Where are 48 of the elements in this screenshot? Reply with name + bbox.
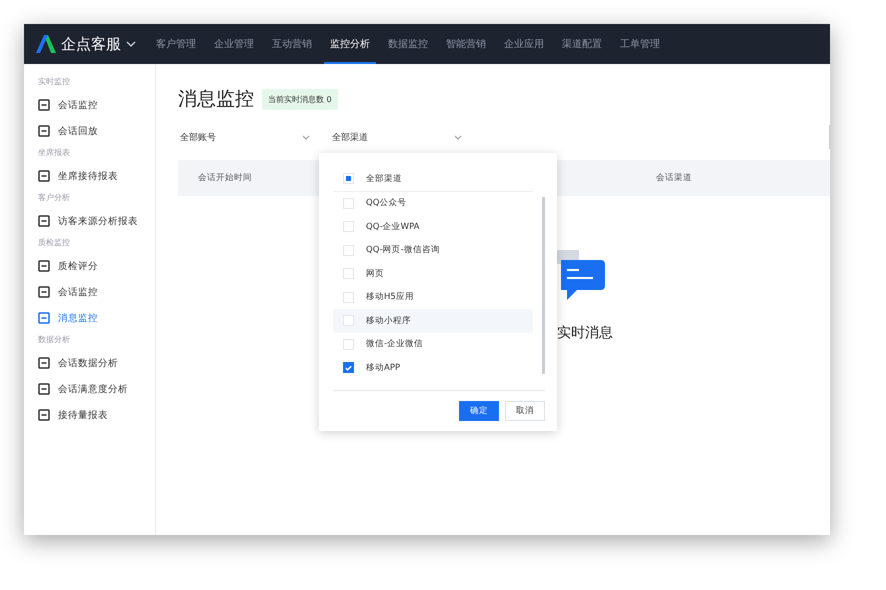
channel-option[interactable]: QQ公众号 [333, 192, 533, 215]
nav-tab[interactable]: 数据监控 [382, 24, 434, 64]
channel-option[interactable]: 网页 [333, 262, 533, 286]
select-field[interactable]: 全部账号 [178, 130, 316, 144]
sidebar-item[interactable]: 会话监控 [38, 280, 155, 304]
sidebar-item[interactable]: 会话数据分析 [38, 351, 155, 375]
sidebar-item[interactable]: 质检评分 [38, 254, 155, 278]
checkbox[interactable] [343, 362, 354, 374]
section-title: 数据分析 [38, 334, 71, 345]
sidebar-item[interactable]: 接待量报表 [38, 403, 155, 427]
section-title: 质检监控 [38, 237, 71, 248]
nav-tab[interactable]: 企业应用 [498, 24, 550, 64]
sidebar-item[interactable]: 访客来源分析报表 [38, 209, 155, 233]
nav-tab[interactable]: 工单管理 [614, 24, 666, 64]
page-title: 消息监控 [178, 87, 254, 112]
nav-tab[interactable]: 客户管理 [150, 24, 202, 64]
column-header: 会话开始时间 [198, 172, 252, 184]
sidebar-item[interactable]: 坐席接待报表 [38, 164, 155, 188]
column-header: 会话渠道 [656, 172, 692, 184]
sidebar-item[interactable]: 会话满意度分析 [38, 377, 155, 401]
channel-option[interactable]: QQ-网页-微信咨询 [333, 238, 533, 262]
nav-tab[interactable]: 渠道配置 [556, 24, 608, 64]
brand-name: 企点客服 [61, 34, 121, 54]
channel-option[interactable]: 移动H5应用 [333, 286, 533, 309]
logo-icon [36, 35, 56, 53]
chevron-down-icon[interactable] [126, 41, 136, 47]
chevron-down-icon [454, 134, 462, 140]
message-count-badge: 当前实时消息数 0 [262, 88, 338, 110]
nav-tab[interactable]: 智能营销 [440, 24, 492, 64]
channel-option[interactable]: 移动小程序 [333, 309, 533, 332]
nav-tab[interactable]: 企业管理 [208, 24, 260, 64]
confirm-button[interactable]: 确定 [459, 400, 499, 420]
sidebar-item[interactable]: 消息监控 [38, 306, 155, 330]
nav-tab[interactable]: 监控分析 [324, 24, 376, 64]
channel-option[interactable]: QQ-企业WPA [333, 215, 533, 238]
nav-tab[interactable]: 互动营销 [266, 24, 318, 64]
cancel-button[interactable]: 取消 [505, 400, 545, 420]
channel-option[interactable]: 微信-企业微信 [333, 332, 533, 356]
sidebar-item[interactable]: 会话回放 [38, 119, 155, 143]
channel-option[interactable]: 移动APP [333, 356, 533, 380]
chevron-down-icon [302, 134, 310, 140]
section-title: 实时监控 [38, 76, 71, 87]
select-all-option[interactable]: 全部渠道 [333, 167, 533, 192]
section-title: 坐席报表 [38, 147, 71, 158]
sidebar-item[interactable]: 会话监控 [38, 93, 155, 117]
select-field[interactable]: 全部渠道 [330, 130, 468, 144]
empty-state-text: 实时消息 [557, 324, 613, 342]
section-title: 客户分析 [38, 192, 71, 203]
